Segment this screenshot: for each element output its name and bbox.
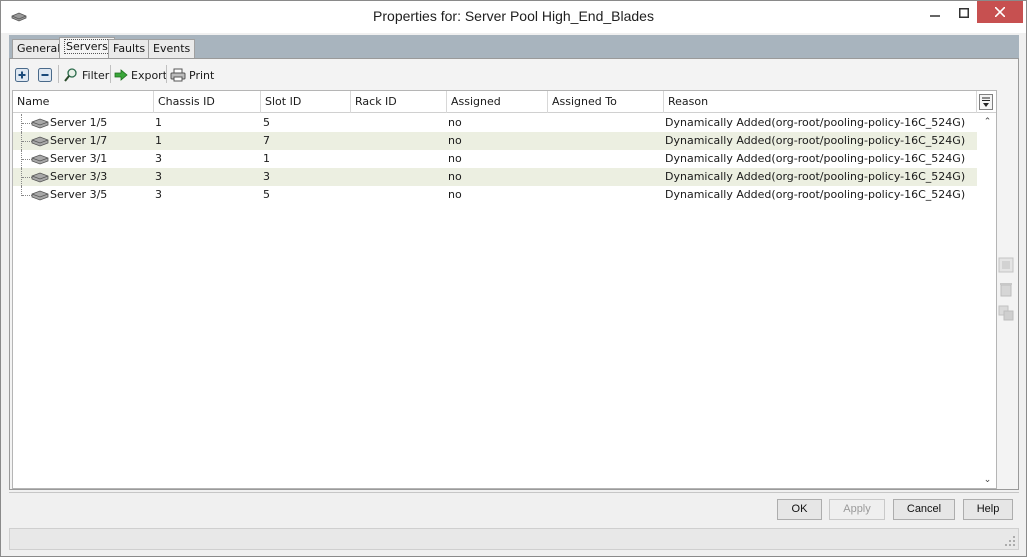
cell-reason: Dynamically Added(org-root/pooling-polic…	[665, 188, 966, 201]
cell-assigned: no	[448, 134, 462, 147]
table-row[interactable]: Server 3/3 3 3 no Dynamically Added(org-…	[13, 168, 977, 186]
cell-chassis-id: 3	[155, 188, 162, 201]
filter-icon	[64, 68, 77, 82]
server-blade-icon	[31, 118, 49, 129]
tab-faults-label: Faults	[113, 42, 146, 55]
servers-table: Name Chassis ID Slot ID Rack ID Assigned…	[12, 90, 997, 489]
tab-faults[interactable]: Faults	[108, 39, 151, 58]
cell-slot-id: 1	[263, 152, 270, 165]
ok-button[interactable]: OK	[777, 499, 822, 520]
printer-icon	[170, 68, 186, 82]
tab-servers-label: Servers	[64, 39, 110, 54]
cell-assigned: no	[448, 188, 462, 201]
toolbar: Filter Export Print	[10, 59, 1018, 89]
tab-strip: General Servers Faults Events	[9, 35, 1019, 58]
server-blade-icon	[31, 172, 49, 183]
export-arrow-icon	[114, 69, 128, 81]
column-chooser-button[interactable]	[979, 94, 993, 110]
cell-name: Server 3/1	[50, 152, 108, 165]
table-header: Name Chassis ID Slot ID Rack ID Assigned…	[13, 91, 996, 113]
cell-reason: Dynamically Added(org-root/pooling-polic…	[665, 134, 966, 147]
minimize-icon	[930, 15, 940, 17]
filter-button[interactable]: Filter	[63, 66, 109, 84]
cell-slot-id: 5	[263, 188, 270, 201]
tab-general[interactable]: General	[12, 39, 66, 58]
apply-button[interactable]: Apply	[829, 499, 885, 520]
trash-icon[interactable]	[998, 281, 1014, 297]
cell-name: Server 1/5	[50, 116, 108, 129]
server-blade-icon	[31, 154, 49, 165]
scroll-down-icon[interactable]: ⌄	[982, 475, 993, 485]
help-button[interactable]: Help	[963, 499, 1013, 520]
export-button[interactable]: Export	[114, 66, 167, 84]
add-button[interactable]	[15, 66, 32, 84]
cell-slot-id: 5	[263, 116, 270, 129]
cell-name: Server 3/5	[50, 188, 108, 201]
cancel-button[interactable]: Cancel	[893, 499, 955, 520]
copy-icon[interactable]	[998, 305, 1014, 321]
cell-chassis-id: 3	[155, 170, 162, 183]
cell-reason: Dynamically Added(org-root/pooling-polic…	[665, 152, 966, 165]
minus-icon	[38, 68, 52, 82]
cell-assigned: no	[448, 170, 462, 183]
plus-icon	[15, 68, 29, 82]
properties-icon[interactable]	[998, 257, 1014, 273]
properties-dialog: Properties for: Server Pool High_End_Bla…	[0, 0, 1027, 557]
filter-label: Filter	[82, 68, 110, 82]
toolbar-separator	[58, 65, 59, 83]
column-header-chassis-id[interactable]: Chassis ID	[154, 91, 261, 113]
tab-general-label: General	[17, 42, 61, 55]
cell-slot-id: 3	[263, 170, 270, 183]
cell-chassis-id: 3	[155, 152, 162, 165]
scroll-up-icon[interactable]: ⌃	[982, 117, 993, 127]
servers-panel: Filter Export Print Name Chassis ID Slot…	[9, 58, 1019, 490]
cell-reason: Dynamically Added(org-root/pooling-polic…	[665, 116, 966, 129]
cell-name: Server 3/3	[50, 170, 108, 183]
tab-servers[interactable]: Servers	[59, 37, 115, 58]
side-actions	[998, 257, 1016, 329]
cell-chassis-id: 1	[155, 134, 162, 147]
table-row[interactable]: Server 1/7 1 7 no Dynamically Added(org-…	[13, 132, 977, 150]
column-header-slot-id[interactable]: Slot ID	[261, 91, 351, 113]
cell-chassis-id: 1	[155, 116, 162, 129]
window-title: Properties for: Server Pool High_End_Bla…	[373, 8, 654, 24]
maximize-icon	[959, 8, 969, 18]
column-header-assigned-to[interactable]: Assigned To	[548, 91, 664, 113]
export-label: Export	[131, 68, 168, 82]
table-row[interactable]: Server 3/5 3 5 no Dynamically Added(org-…	[13, 186, 977, 204]
column-header-reason[interactable]: Reason	[664, 91, 977, 113]
close-icon	[995, 7, 1005, 17]
table-row[interactable]: Server 1/5 1 5 no Dynamically Added(org-…	[13, 114, 977, 132]
print-label: Print	[189, 68, 215, 82]
status-bar	[9, 528, 1019, 550]
remove-button[interactable]	[38, 66, 55, 84]
column-header-rack-id[interactable]: Rack ID	[351, 91, 447, 113]
toolbar-separator	[110, 65, 111, 83]
tab-events-label: Events	[153, 42, 191, 55]
cell-reason: Dynamically Added(org-root/pooling-polic…	[665, 170, 966, 183]
title-bar: Properties for: Server Pool High_End_Bla…	[1, 1, 1026, 33]
close-button[interactable]	[977, 1, 1023, 23]
column-header-assigned[interactable]: Assigned	[447, 91, 548, 113]
column-chooser-icon	[982, 97, 990, 107]
cell-assigned: no	[448, 152, 462, 165]
server-blade-icon	[31, 136, 49, 147]
cell-name: Server 1/7	[50, 134, 108, 147]
resize-grip-icon[interactable]	[1004, 535, 1016, 547]
table-row[interactable]: Server 3/1 3 1 no Dynamically Added(org-…	[13, 150, 977, 168]
column-header-name[interactable]: Name	[13, 91, 154, 113]
server-blade-icon	[31, 190, 49, 201]
toolbar-separator	[166, 65, 167, 83]
print-button[interactable]: Print	[170, 66, 214, 84]
vertical-scrollbar[interactable]: ⌃ ⌄	[979, 113, 996, 488]
dialog-footer: OK Apply Cancel Help	[9, 492, 1019, 524]
cell-assigned: no	[448, 116, 462, 129]
tab-events[interactable]: Events	[148, 39, 196, 58]
cell-slot-id: 7	[263, 134, 270, 147]
